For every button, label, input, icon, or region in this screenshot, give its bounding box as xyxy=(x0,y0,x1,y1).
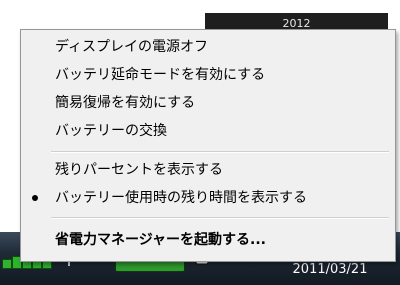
menu-item-launch-power-manager[interactable]: 省電力マネージャーを起動する... xyxy=(21,229,395,251)
selected-bullet-icon xyxy=(32,195,38,201)
menu-separator xyxy=(51,217,389,219)
menu-item-label: ディスプレイの電源オフ xyxy=(55,39,209,55)
battery-bar xyxy=(2,259,12,269)
taskbar-clock-date[interactable]: 2011/03/21 xyxy=(265,260,395,280)
menu-item-quick-resume[interactable]: 簡易復帰を有効にする xyxy=(21,92,395,114)
menu-item-display-off[interactable]: ディスプレイの電源オフ xyxy=(21,36,395,58)
menu-separator xyxy=(51,151,389,153)
menu-item-label: 残りパーセントを表示する xyxy=(55,162,223,178)
menu-item-label: バッテリー使用時の残り時間を表示する xyxy=(55,190,307,206)
menu-item-label: バッテリーの交換 xyxy=(55,123,167,139)
menu-item-show-remaining-percent[interactable]: 残りパーセントを表示する xyxy=(21,159,395,181)
menu-item-label: 省電力マネージャーを起動する... xyxy=(55,232,266,248)
menu-item-label: 簡易復帰を有効にする xyxy=(55,95,196,111)
menu-item-show-remaining-time[interactable]: バッテリー使用時の残り時間を表示する xyxy=(21,187,395,209)
menu-item-label: バッテリ延命モードを有効にする xyxy=(55,67,266,83)
menu-item-battery-replacement[interactable]: バッテリーの交換 xyxy=(21,120,395,142)
battery-context-menu: ディスプレイの電源オフ バッテリ延命モードを有効にする 簡易復帰を有効にする バ… xyxy=(20,29,396,262)
menu-item-battery-life-extension[interactable]: バッテリ延命モードを有効にする xyxy=(21,64,395,86)
